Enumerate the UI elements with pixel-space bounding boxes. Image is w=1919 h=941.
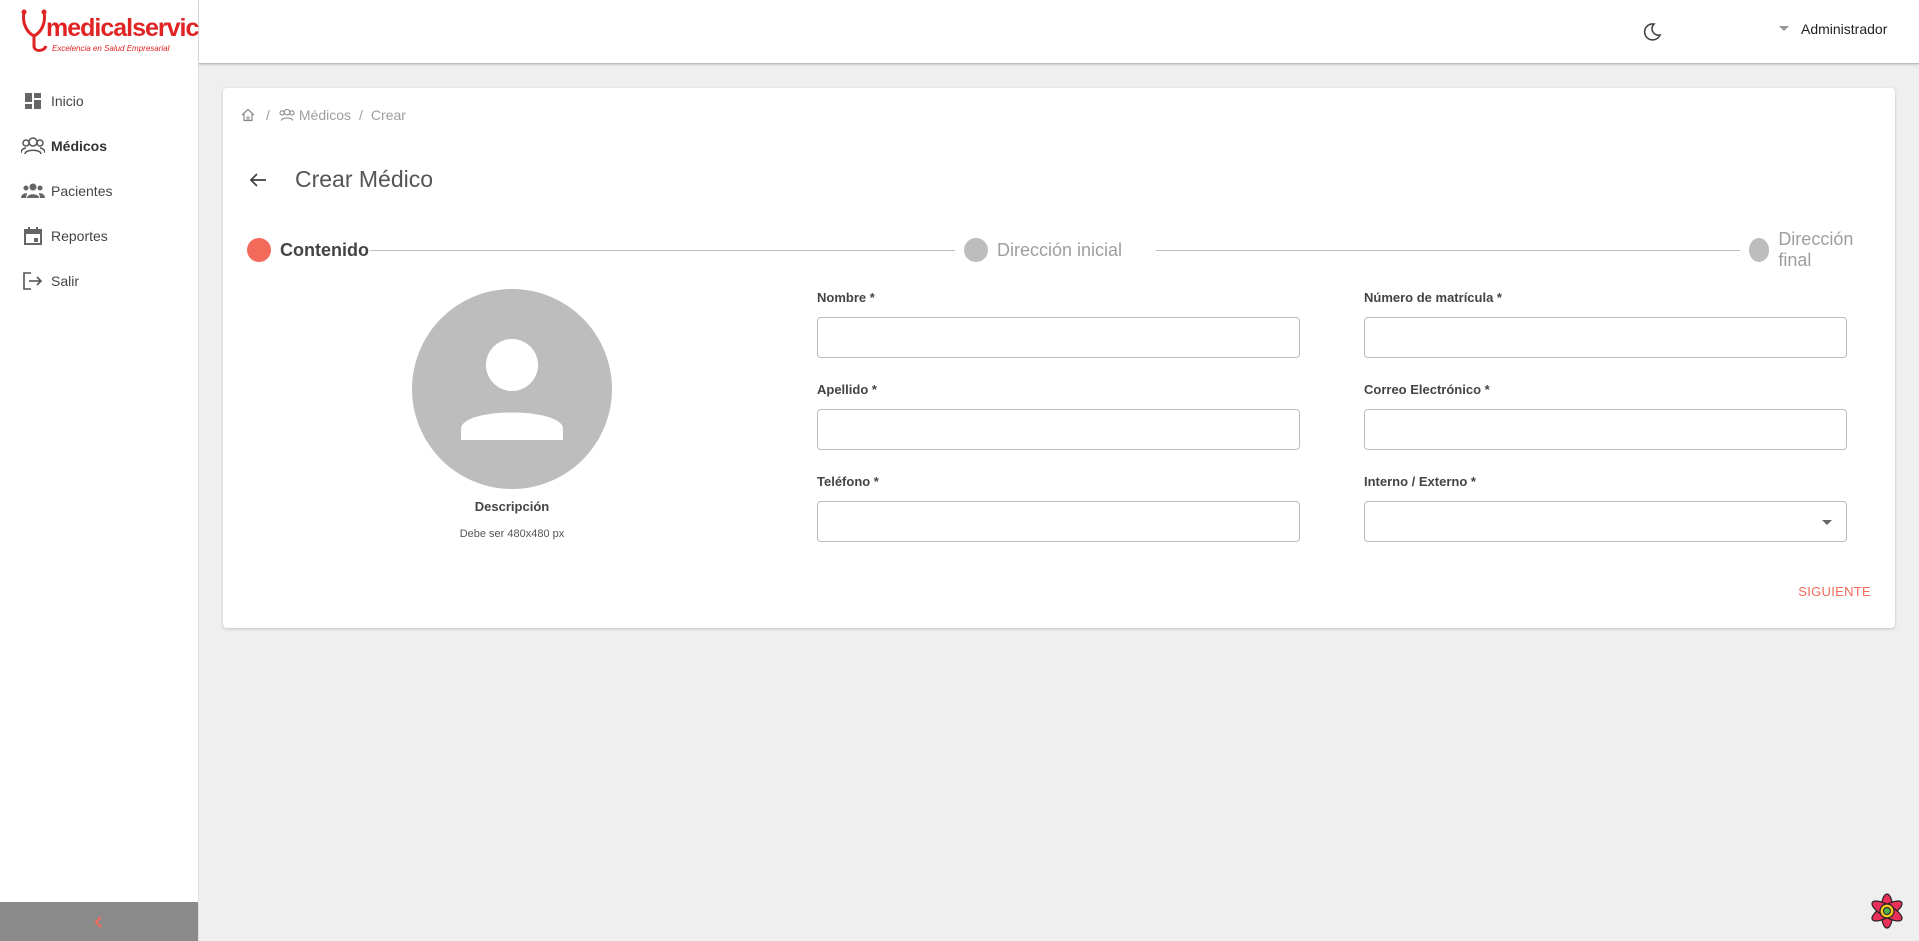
- breadcrumb-medicos-label: Médicos: [298, 107, 352, 123]
- patients-icon: [21, 179, 45, 203]
- create-doctor-card: / Médicos / Crear Crear Médico Contenido…: [223, 88, 1895, 628]
- sidebar: medicalservice Excelencia en Salud Empre…: [0, 0, 212, 941]
- breadcrumb-separator: /: [266, 107, 270, 123]
- home-icon: [241, 108, 255, 122]
- breadcrumb-medicos[interactable]: Médicos: [278, 107, 351, 123]
- caret-down-icon: [1779, 26, 1789, 31]
- sidebar-item-inicio[interactable]: Inicio: [0, 78, 199, 123]
- logout-icon: [21, 269, 45, 293]
- avatar-hint: Debe ser 480x480 px: [459, 528, 565, 540]
- doctors-icon: [279, 108, 295, 121]
- sidebar-item-pacientes[interactable]: Pacientes: [0, 168, 199, 213]
- avatar-title: Descripción: [474, 499, 550, 514]
- nombre-label: Nombre *: [817, 290, 875, 305]
- sidebar-item-reportes[interactable]: Reportes: [0, 213, 199, 258]
- logo-text: medicalservice: [46, 14, 212, 42]
- step-direccion-inicial[interactable]: Dirección inicial: [964, 238, 1122, 262]
- back-button[interactable]: [247, 169, 269, 191]
- apellido-label: Apellido *: [817, 382, 877, 397]
- dashboard-icon: [21, 89, 45, 113]
- step-indicator: [247, 238, 271, 262]
- next-button[interactable]: SIGUIENTE: [1798, 584, 1871, 599]
- title-row: Crear Médico: [247, 166, 433, 193]
- top-header: Administrador: [199, 0, 1919, 64]
- logo-tagline: Excelencia en Salud Empresarial: [52, 44, 170, 53]
- interno-externo-select[interactable]: [1364, 501, 1847, 542]
- correo-input[interactable]: [1364, 409, 1847, 450]
- arrow-left-icon: [249, 172, 266, 187]
- caret-down-icon: [1822, 520, 1832, 525]
- step-label: Dirección inicial: [997, 239, 1123, 260]
- calendar-icon: [21, 224, 45, 248]
- matricula-input[interactable]: [1364, 317, 1847, 358]
- sidebar-collapse-button[interactable]: [0, 902, 198, 941]
- nombre-input[interactable]: [817, 317, 1300, 358]
- sidebar-item-salir[interactable]: Salir: [0, 258, 199, 303]
- chevron-left-icon: [94, 915, 102, 928]
- user-menu[interactable]: Administrador: [1779, 21, 1887, 37]
- telefono-label: Teléfono *: [817, 474, 879, 489]
- correo-label: Correo Electrónico *: [1364, 382, 1490, 397]
- interno-externo-label: Interno / Externo *: [1364, 474, 1476, 489]
- apellido-input[interactable]: [817, 409, 1300, 450]
- doctors-icon: [21, 134, 45, 158]
- theme-toggle-button[interactable]: [1639, 19, 1665, 45]
- step-indicator: [964, 238, 988, 262]
- telefono-input[interactable]: [817, 501, 1300, 542]
- sidebar-item-medicos[interactable]: Médicos: [0, 123, 199, 168]
- page-title: Crear Médico: [295, 166, 434, 192]
- step-label: Contenido: [280, 239, 369, 260]
- avatar-upload[interactable]: [412, 289, 612, 489]
- person-placeholder-icon: [461, 339, 563, 440]
- breadcrumb-home[interactable]: [241, 108, 258, 122]
- breadcrumb-separator: /: [359, 107, 363, 123]
- sidebar-item-label: Médicos: [51, 137, 108, 154]
- step-connector: [1156, 250, 1740, 251]
- step-contenido[interactable]: Contenido: [247, 238, 369, 262]
- stepper: Contenido Dirección inicial Dirección fi…: [247, 229, 1874, 270]
- app-logo[interactable]: medicalservice Excelencia en Salud Empre…: [18, 8, 212, 56]
- sidebar-item-label: Pacientes: [51, 182, 113, 199]
- step-label: Dirección final: [1778, 229, 1854, 270]
- moon-icon: [1643, 23, 1662, 41]
- breadcrumb-crear: Crear: [370, 107, 406, 123]
- sidebar-nav: Inicio Médicos Pacientes Reportes Salir: [0, 78, 199, 303]
- matricula-label: Número de matrícula *: [1364, 290, 1502, 305]
- sidebar-item-label: Inicio: [51, 92, 84, 109]
- sidebar-item-label: Salir: [51, 272, 80, 289]
- breadcrumb: / Médicos / Crear: [241, 107, 406, 123]
- sidebar-item-label: Reportes: [51, 227, 108, 244]
- step-connector: [370, 250, 955, 251]
- step-indicator: [1749, 238, 1770, 262]
- user-name: Administrador: [1801, 21, 1888, 37]
- step-direccion-final[interactable]: Dirección final: [1749, 229, 1874, 270]
- devtools-flower-icon[interactable]: [1866, 890, 1908, 932]
